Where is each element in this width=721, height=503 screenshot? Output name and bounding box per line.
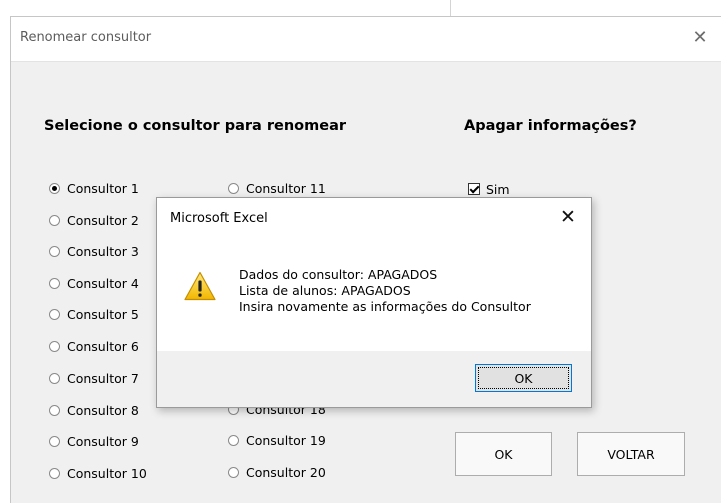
radio-consultor-7[interactable]: Consultor 7 <box>49 369 139 387</box>
radio-button-icon <box>49 372 60 384</box>
radio-label: Consultor 9 <box>67 433 139 449</box>
radio-consultor-20[interactable]: Consultor 20 <box>228 463 326 481</box>
radio-consultor-11[interactable]: Consultor 11 <box>228 179 326 197</box>
delete-info-heading: Apagar informações? <box>464 118 637 134</box>
radio-label: Consultor 11 <box>246 180 326 196</box>
radio-label: Consultor 10 <box>67 465 147 481</box>
radio-button-icon <box>49 182 60 194</box>
radio-consultor-9[interactable]: Consultor 9 <box>49 432 139 450</box>
grid-line <box>450 0 451 16</box>
radio-label: Consultor 19 <box>246 432 326 448</box>
radio-label: Consultor 1 <box>67 180 139 196</box>
radio-consultor-8[interactable]: Consultor 8 <box>49 401 139 419</box>
radio-label: Consultor 5 <box>67 306 139 322</box>
radio-button-icon <box>49 404 60 416</box>
radio-button-icon <box>49 435 60 447</box>
form-titlebar: Renomear consultor ✕ <box>11 17 721 62</box>
voltar-button[interactable]: VOLTAR <box>577 432 685 476</box>
radio-label: Consultor 4 <box>67 275 139 291</box>
close-icon[interactable]: ✕ <box>557 206 579 228</box>
radio-label: Consultor 6 <box>67 338 139 354</box>
message-line: Lista de alunos: APAGADOS <box>239 283 411 298</box>
radio-label: Consultor 20 <box>246 464 326 480</box>
radio-button-icon <box>49 308 60 320</box>
radio-button-icon <box>228 434 239 446</box>
radio-button-icon <box>49 214 60 226</box>
close-icon[interactable]: ✕ <box>689 27 711 49</box>
excel-message-box: Microsoft Excel ✕ Dados do consultor: AP… <box>156 197 592 408</box>
radio-button-icon <box>49 340 60 352</box>
radio-consultor-19[interactable]: Consultor 19 <box>228 431 326 449</box>
checkbox-sim[interactable]: Sim <box>468 181 510 197</box>
radio-label: Consultor 8 <box>67 402 139 418</box>
radio-label: Consultor 3 <box>67 243 139 259</box>
radio-button-icon <box>49 467 60 479</box>
radio-button-icon <box>49 245 60 257</box>
msgbox-footer: OK <box>157 351 591 407</box>
msgbox-message: Dados do consultor: APAGADOS Lista de al… <box>239 267 531 315</box>
radio-label: Consultor 2 <box>67 212 139 228</box>
radio-button-icon <box>228 466 239 478</box>
form-title: Renomear consultor <box>20 30 152 45</box>
warning-icon <box>184 271 216 301</box>
select-consultant-heading: Selecione o consultor para renomear <box>44 118 347 134</box>
radio-consultor-2[interactable]: Consultor 2 <box>49 211 139 229</box>
radio-consultor-1[interactable]: Consultor 1 <box>49 179 139 197</box>
radio-consultor-4[interactable]: Consultor 4 <box>49 274 139 292</box>
message-line: Dados do consultor: APAGADOS <box>239 267 438 282</box>
message-line: Insira novamente as informações do Consu… <box>239 299 531 314</box>
ok-button[interactable]: OK <box>455 432 552 476</box>
radio-consultor-10[interactable]: Consultor 10 <box>49 464 147 482</box>
radio-button-icon <box>49 277 60 289</box>
radio-consultor-5[interactable]: Consultor 5 <box>49 305 139 323</box>
msgbox-body: Dados do consultor: APAGADOS Lista de al… <box>157 242 591 352</box>
radio-label: Consultor 7 <box>67 370 139 386</box>
checkbox-label: Sim <box>486 181 510 197</box>
radio-consultor-3[interactable]: Consultor 3 <box>49 242 139 260</box>
radio-button-icon <box>228 182 239 194</box>
checkbox-icon <box>468 183 480 195</box>
radio-consultor-6[interactable]: Consultor 6 <box>49 337 139 355</box>
msgbox-ok-button[interactable]: OK <box>475 364 572 392</box>
msgbox-title: Microsoft Excel <box>170 211 268 226</box>
